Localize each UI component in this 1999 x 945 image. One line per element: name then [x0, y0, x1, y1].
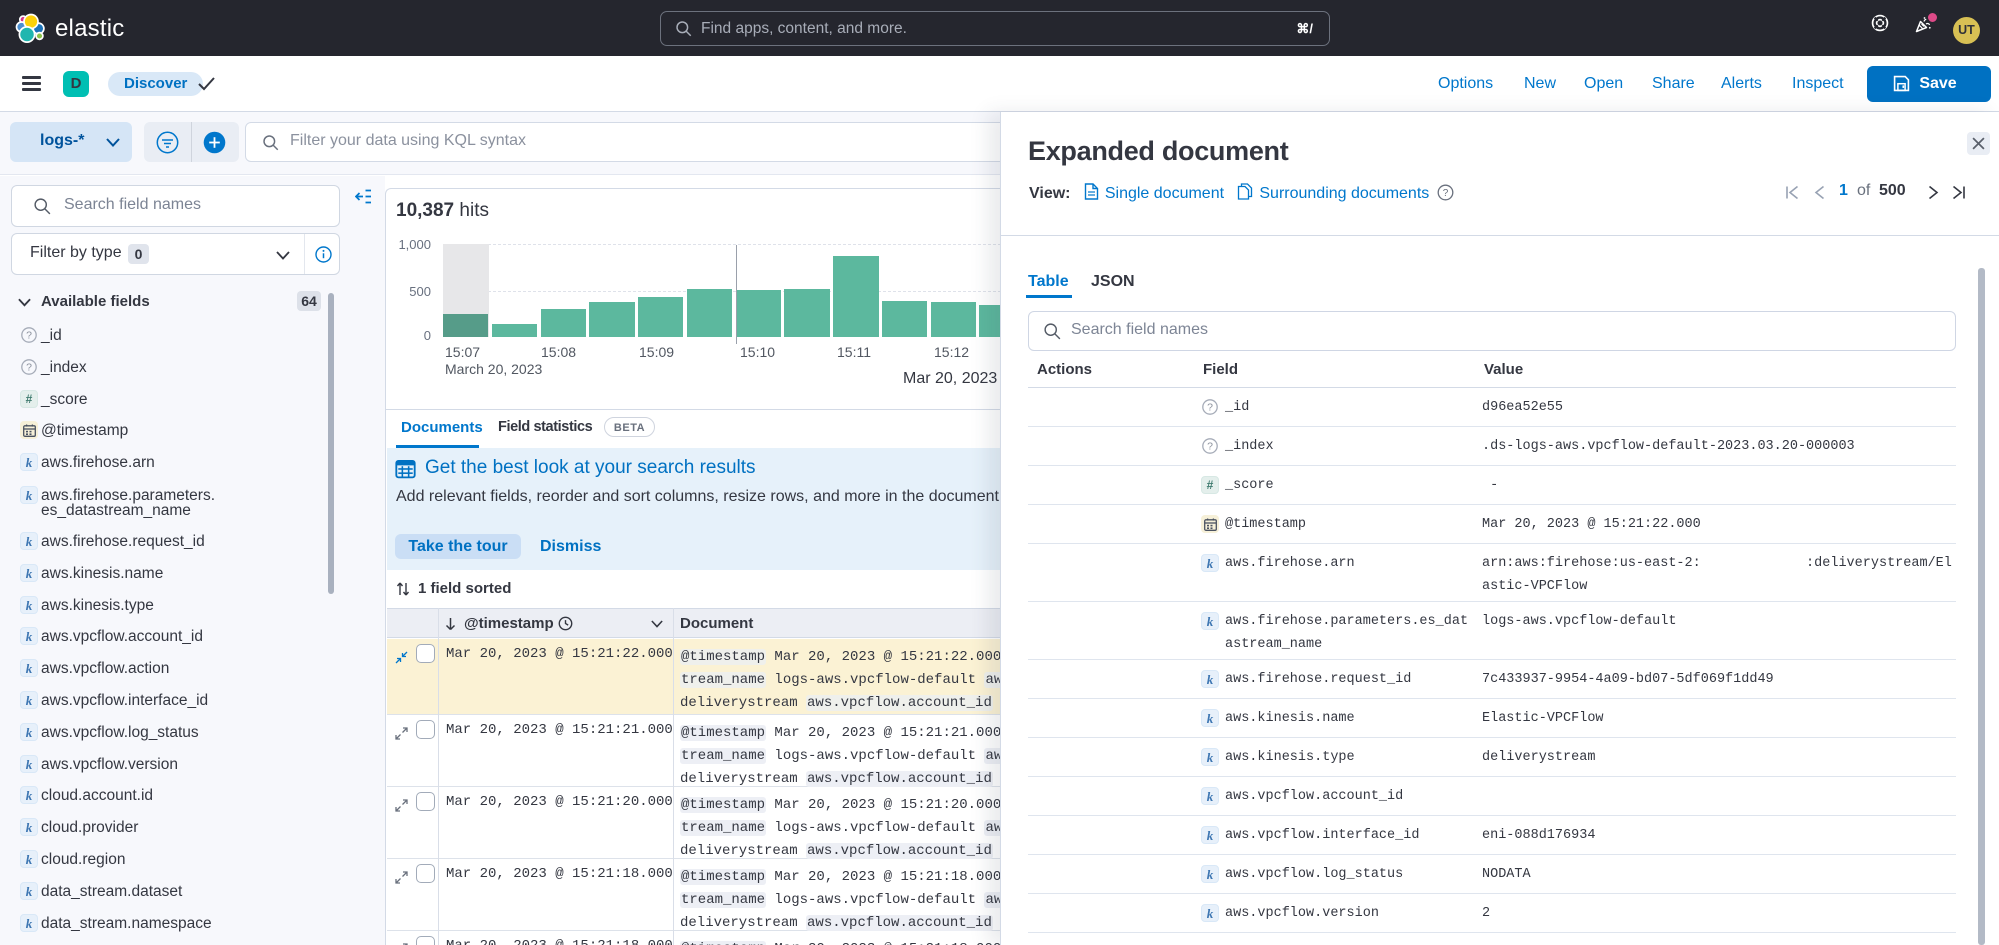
svg-text:?: ?: [1207, 402, 1213, 414]
svg-text:?: ?: [26, 362, 32, 374]
svg-text:?: ?: [1443, 188, 1449, 199]
svg-text:?: ?: [26, 330, 32, 342]
svg-text:?: ?: [1207, 441, 1213, 453]
